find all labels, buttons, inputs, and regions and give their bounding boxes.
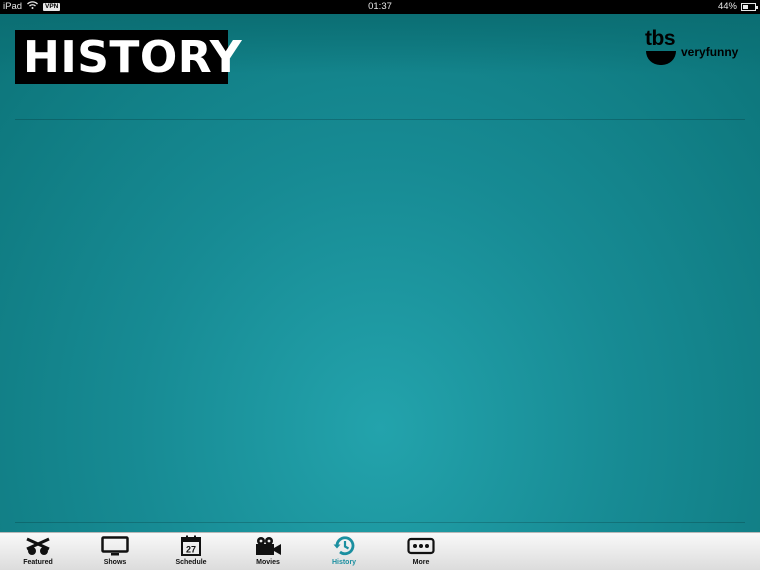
- brand-tagline: veryfunny: [681, 45, 739, 59]
- history-clock-icon: [332, 535, 356, 557]
- main-content: HISTORY tbs veryfunny: [0, 14, 760, 532]
- footer-divider: [15, 522, 745, 523]
- brand-name: tbs: [645, 27, 676, 50]
- status-time: 01:37: [368, 1, 392, 12]
- brand-smile-shape: [646, 51, 676, 65]
- tab-featured[interactable]: Featured: [3, 535, 73, 569]
- calendar-day-text: 27: [186, 545, 196, 555]
- tab-label: Schedule: [175, 559, 207, 566]
- header-divider: [15, 119, 745, 120]
- battery-percent: 44%: [717, 1, 737, 12]
- tab-shows[interactable]: Shows: [80, 535, 150, 569]
- page-title: HISTORY: [15, 30, 242, 84]
- tab-schedule[interactable]: 27 Schedule: [156, 535, 226, 569]
- more-icon: [407, 535, 435, 557]
- tab-history[interactable]: History: [309, 535, 379, 569]
- status-bar: iPad VPN 01:37 44%: [0, 0, 760, 14]
- tab-label: Shows: [103, 559, 127, 566]
- tab-more[interactable]: More: [386, 535, 456, 569]
- tab-label: More: [412, 559, 430, 566]
- tab-label: Movies: [256, 559, 280, 566]
- calendar-icon: 27: [180, 535, 202, 557]
- tab-label: Featured: [23, 559, 53, 566]
- tab-label: History: [331, 559, 357, 566]
- battery-icon: [741, 2, 758, 11]
- featured-icon: [23, 535, 53, 557]
- tab-movies[interactable]: Movies: [233, 535, 303, 569]
- tab-bar: Featured Shows 27 Schedule Movies Histor…: [0, 532, 760, 570]
- tbs-logo: tbs veryfunny: [645, 28, 745, 76]
- movie-camera-icon: [254, 535, 282, 557]
- tv-icon: [101, 535, 129, 557]
